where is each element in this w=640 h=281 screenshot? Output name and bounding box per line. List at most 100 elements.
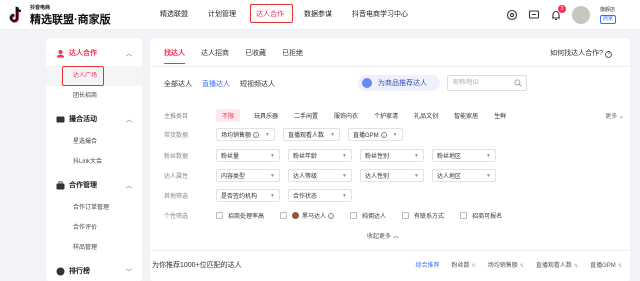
- sidebar-head-creator[interactable]: 达人合作 ︿: [46, 46, 142, 60]
- select-label: 内容类型: [221, 174, 246, 180]
- category-option[interactable]: 玩具乐器: [254, 111, 278, 120]
- creator-gender-select[interactable]: 达人性别 ▼: [360, 169, 424, 182]
- more-categories-button[interactable]: 更多 ⌄: [605, 111, 624, 120]
- select-label: 是否签约机构: [221, 194, 258, 200]
- check-has-contact[interactable]: 有联系方式: [402, 211, 444, 220]
- checkbox[interactable]: [216, 212, 223, 219]
- help-link[interactable]: 如何找达人合作??: [550, 48, 612, 58]
- sidebar-item-star-match[interactable]: 星选撮合: [46, 132, 142, 152]
- chevron-down-icon: ▼: [342, 172, 347, 179]
- category-option[interactable]: 个护家清: [374, 111, 398, 120]
- chevron-up-icon: ︿: [125, 117, 132, 124]
- sidebar-item-samples[interactable]: 样品管理: [46, 238, 142, 258]
- checkbox[interactable]: [350, 212, 358, 219]
- question-icon: ?: [605, 51, 612, 58]
- sort-viewers[interactable]: 直播观看人数 ⇅: [536, 260, 578, 269]
- main-tabs: 找达人 达人招商 已收藏 已拒绝: [164, 46, 319, 64]
- sort-sales[interactable]: 场均销售额 ⇅: [488, 260, 524, 269]
- highlight-box: [250, 4, 293, 23]
- select-label: 达人等级: [293, 174, 318, 180]
- sort-gpm[interactable]: 直播GPM ⇅: [590, 260, 622, 269]
- nav-plan[interactable]: 计划管理: [198, 0, 246, 30]
- check-dark-horse[interactable]: 黑马达人?: [280, 211, 335, 220]
- category-option[interactable]: 二手闲置: [294, 111, 318, 120]
- sort-label: 综合推荐: [415, 263, 440, 269]
- briefcase-icon: [56, 180, 65, 189]
- subtab-short-video[interactable]: 短视频达人: [240, 79, 275, 89]
- recommend-icon: [362, 78, 372, 88]
- sidebar-head-coop[interactable]: 合作管理 ︿: [46, 178, 142, 192]
- sidebar-item-leader-invite[interactable]: 团长招商: [46, 86, 142, 106]
- tab-favorited[interactable]: 已收藏: [245, 46, 266, 62]
- fans-region-select[interactable]: 粉丝地区 ▼: [432, 149, 496, 162]
- settings-icon[interactable]: [506, 9, 518, 21]
- nav-jingxuan[interactable]: 精选联盟: [150, 0, 198, 30]
- fans-count-select[interactable]: 粉丝量 ▼: [216, 149, 280, 162]
- fans-gender-select[interactable]: 粉丝性别 ▼: [360, 149, 424, 162]
- top-bar: 抖音电商 精选联盟·商家版 精选联盟 计划管理 达人合作 数据参谋 抖音电商学习…: [0, 0, 640, 30]
- user-info[interactable]: 旗舰店 商家: [600, 7, 630, 24]
- sales-select[interactable]: 场均销售额? ▼: [216, 128, 275, 141]
- collapse-more-button[interactable]: 收起更多 ︿: [367, 231, 399, 240]
- category-option[interactable]: 智能家居: [454, 111, 478, 120]
- chevron-down-icon: ▼: [270, 172, 275, 179]
- check-label: 有联系方式: [414, 214, 445, 220]
- checkbox[interactable]: [280, 212, 288, 219]
- logo-title: 精选联盟·商家版: [30, 14, 111, 26]
- logo[interactable]: 抖音电商 精选联盟·商家版: [6, 4, 126, 28]
- recommend-for-product-button[interactable]: 为商品推荐达人: [358, 75, 440, 91]
- sidebar-item-coop-review[interactable]: 合作评价: [46, 218, 142, 238]
- viewers-select[interactable]: 直播观看人数 ▼: [282, 128, 340, 141]
- sort-fans[interactable]: 粉丝数 ⇅: [451, 260, 475, 269]
- check-high-response[interactable]: 招商处理率高: [216, 211, 264, 220]
- ranking-icon: [56, 267, 65, 275]
- checkbox[interactable]: [402, 212, 410, 219]
- coop-status-select[interactable]: 合作状态 ▼: [288, 189, 352, 202]
- tab-find-creator[interactable]: 找达人: [164, 46, 185, 64]
- content-type-select[interactable]: 内容类型 ▼: [216, 169, 280, 182]
- search-input[interactable]: 昵称/短ID: [447, 75, 527, 91]
- shop-tag: 商家: [600, 14, 617, 24]
- chevron-down-icon: ▼: [265, 131, 270, 138]
- category-option[interactable]: 生鲜: [494, 111, 506, 120]
- fans-age-select[interactable]: 粉丝年龄 ▼: [288, 149, 352, 162]
- category-option[interactable]: 礼品文创: [414, 111, 438, 120]
- select-label: 合作状态: [293, 194, 318, 200]
- sidebar-head-match[interactable]: 撮合活动 ︿: [46, 112, 142, 126]
- signed-agency-select[interactable]: 是否签约机构 ▼: [216, 189, 280, 202]
- check-can-signup[interactable]: 招商可报名: [460, 211, 502, 220]
- subtab-live[interactable]: 直播达人: [202, 79, 230, 89]
- horse-icon: [292, 212, 300, 219]
- notification-bell[interactable]: 3: [550, 5, 566, 21]
- check-label: 黑马达人: [302, 214, 327, 220]
- filter-row-other: 其他筛选 是否签约机构 ▼ 合作状态 ▼: [164, 188, 626, 203]
- sort-recommended[interactable]: 综合推荐: [415, 260, 439, 269]
- filter-row-category: 主推类目 不限 玩具乐器 二手闲置 服饰内衣 个护家清 礼品文创 智能家居 生鲜…: [164, 108, 626, 123]
- chevron-down-icon: ▼: [329, 131, 335, 138]
- tab-rejected[interactable]: 已拒绝: [282, 46, 303, 62]
- chevron-down-icon: ▼: [414, 152, 419, 159]
- sort-label: 场均销售额: [487, 263, 518, 269]
- nav-learning[interactable]: 抖音电商学习中心: [342, 0, 418, 30]
- gpm-select[interactable]: 直播GPM? ▼: [347, 128, 403, 141]
- creator-region-select[interactable]: 达人地区 ▼: [432, 169, 496, 182]
- category-option[interactable]: 不限: [216, 109, 241, 122]
- help-link-label: 如何找达人合作?: [550, 50, 603, 57]
- sidebar-group-coop: 合作管理 ︿ 合作订单管理 合作评价 样品管理: [46, 178, 142, 258]
- subtab-all[interactable]: 全部达人: [164, 79, 192, 89]
- sort-arrow-icon: ⇅: [519, 263, 524, 269]
- avatar[interactable]: [572, 6, 590, 24]
- tab-creator-invite[interactable]: 达人招商: [201, 46, 229, 62]
- category-option[interactable]: 服饰内衣: [334, 111, 358, 120]
- check-pure-commission[interactable]: 纯佣达人: [350, 211, 386, 220]
- nav-data[interactable]: 数据参谋: [294, 0, 342, 30]
- message-icon[interactable]: [528, 9, 540, 21]
- checkbox[interactable]: [460, 212, 468, 219]
- creator-level-select[interactable]: 达人等级 ▼: [288, 169, 352, 182]
- sidebar-head-rank[interactable]: 排行榜 ﹀: [46, 264, 142, 278]
- more-label: 更多: [605, 114, 618, 120]
- question-icon: ?: [253, 131, 260, 138]
- sidebar-item-link-conference[interactable]: 抖Link大会: [46, 152, 142, 172]
- sidebar-item-coop-orders[interactable]: 合作订单管理: [46, 198, 142, 218]
- search-icon[interactable]: [514, 79, 522, 87]
